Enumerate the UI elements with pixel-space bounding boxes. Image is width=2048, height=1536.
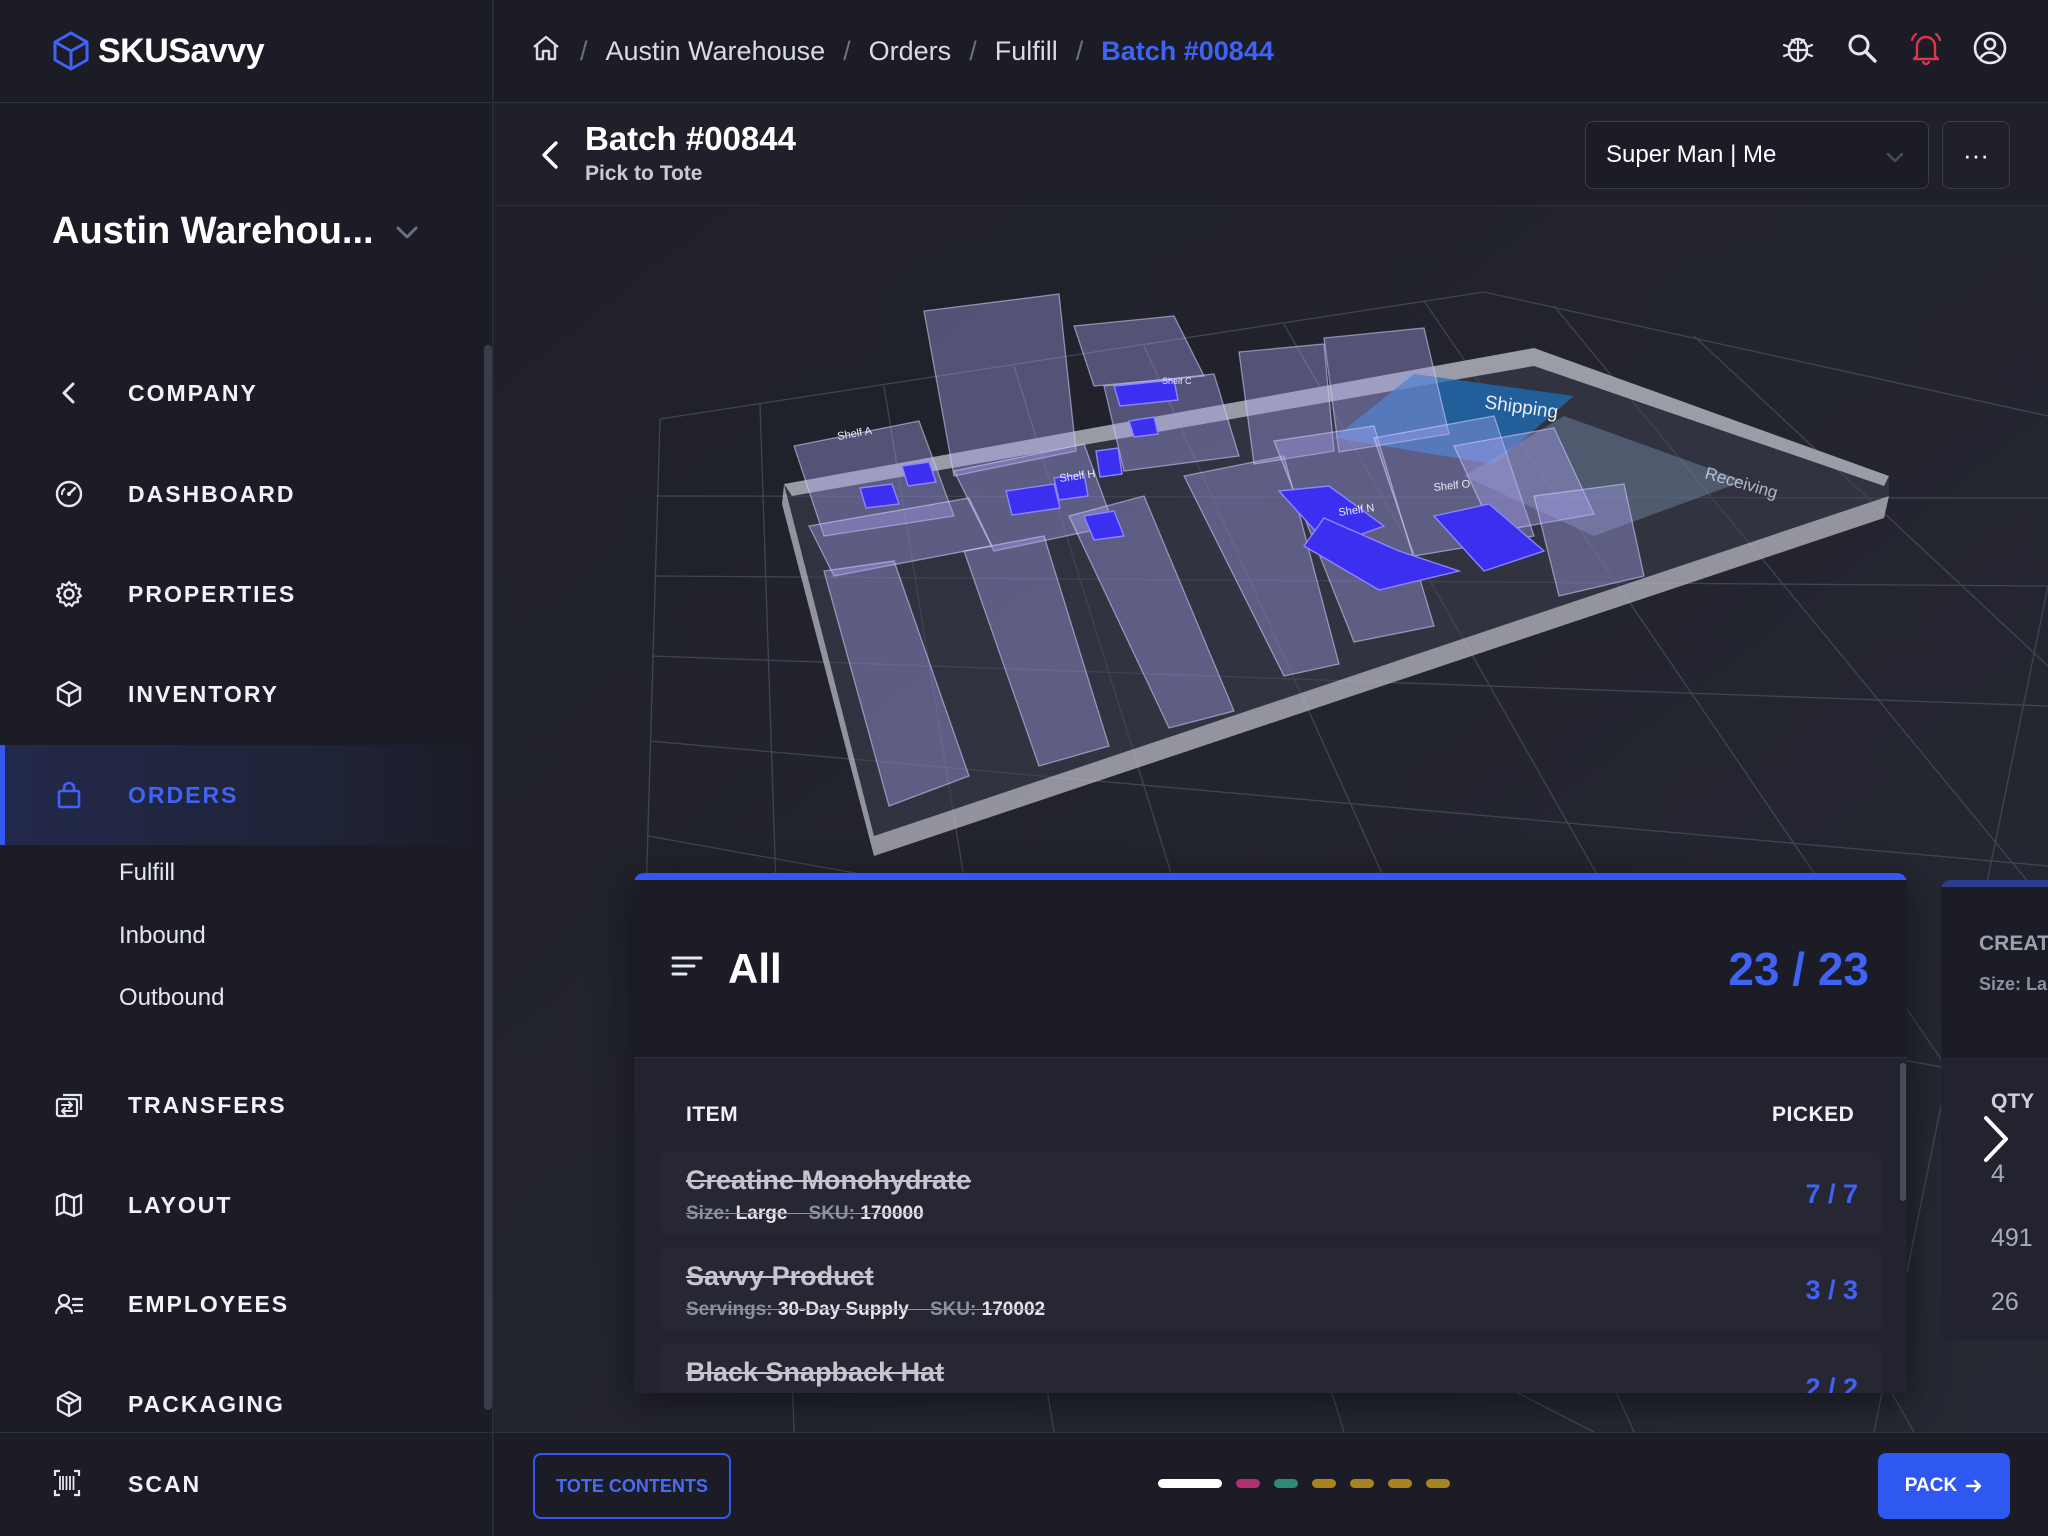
sidebar-item-layout[interactable]: LAYOUT (0, 1157, 483, 1253)
top-bar: / Austin Warehouse / Orders / Fulfill / … (494, 0, 2048, 103)
box-icon (52, 677, 86, 711)
back-button[interactable] (536, 137, 566, 173)
pick-row[interactable]: Creatine Monohydrate Size: Large SKU: 17… (660, 1151, 1882, 1235)
warehouse-name: Austin Warehou... (52, 210, 374, 252)
sidebar-scrollbar[interactable] (484, 345, 492, 1410)
sidebar-item-inventory[interactable]: INVENTORY (0, 646, 483, 742)
next-card-size: Size: La (1979, 974, 2048, 994)
item-picked: 2 / 2 (1805, 1373, 1858, 1393)
arrow-right-icon (1966, 1479, 1982, 1493)
sidebar-subitem-fulfill[interactable]: Fulfill (119, 859, 175, 887)
item-meta: Servings: 30-Day Supply SKU: 170002 (686, 1299, 1046, 1320)
search-icon[interactable] (1844, 30, 1880, 66)
pagination-dot[interactable] (1274, 1479, 1298, 1488)
next-card-arrow[interactable] (1978, 1112, 2012, 1166)
next-card-title: CREAT (1979, 932, 2048, 955)
batch-header: Batch #00844 Pick to Tote Super Man | Me… (494, 104, 2048, 206)
pagination-dot[interactable] (1312, 1479, 1336, 1488)
next-card-qty-value: 26 (1991, 1288, 2019, 1316)
sidebar-subitem-outbound[interactable]: Outbound (119, 984, 224, 1012)
next-card-qty-value: 491 (1991, 1224, 2033, 1252)
pagination-dot[interactable] (1388, 1479, 1412, 1488)
sidebar: SKUSavvy Austin Warehou... COMPANY DASHB… (0, 0, 493, 1536)
sidebar-item-label: LAYOUT (128, 1191, 233, 1218)
picked-count: 23 / 23 (1728, 942, 1869, 995)
breadcrumb-current: Batch #00844 (1101, 35, 1274, 66)
sidebar-item-label: COMPANY (128, 379, 258, 406)
transfer-icon (52, 1088, 86, 1122)
logo[interactable]: SKUSavvy (0, 0, 492, 103)
package-icon (52, 1387, 86, 1421)
sidebar-item-employees[interactable]: EMPLOYEES (0, 1256, 483, 1352)
sidebar-item-label: EMPLOYEES (128, 1290, 290, 1317)
pick-row[interactable]: Savvy Product Servings: 30-Day Supply SK… (660, 1247, 1882, 1331)
map-label-shelf-c: Shelf C (1162, 376, 1192, 386)
breadcrumb-item[interactable]: Austin Warehouse (606, 36, 826, 67)
top-icons (1780, 30, 2008, 66)
breadcrumb-item[interactable]: Fulfill (995, 36, 1058, 67)
pick-row[interactable]: Black Snapback Hat 2 / 2 (660, 1343, 1882, 1393)
sidebar-subitem-inbound[interactable]: Inbound (119, 922, 206, 950)
app-name: SKUSavvy (98, 31, 265, 70)
pagination-dot[interactable] (1158, 1479, 1222, 1488)
sidebar-item-label: ORDERS (128, 781, 239, 808)
picker-user-value: Super Man | Me (1606, 141, 1777, 168)
home-icon[interactable] (530, 32, 562, 71)
pagination-dot[interactable] (1426, 1479, 1450, 1488)
item-meta: Size: Large SKU: 170000 (686, 1203, 924, 1224)
item-picked: 3 / 3 (1805, 1275, 1858, 1305)
employees-icon (52, 1287, 86, 1321)
bell-icon[interactable] (1908, 30, 1944, 66)
item-name: Savvy Product (686, 1261, 874, 1291)
gauge-icon (52, 477, 86, 511)
sidebar-item-label: TRANSFERS (128, 1091, 287, 1118)
tote-contents-button[interactable]: TOTE CONTENTS (533, 1453, 731, 1519)
breadcrumb-item[interactable]: Orders (869, 36, 952, 67)
page-subtitle: Pick to Tote (585, 162, 703, 185)
gear-icon (52, 577, 86, 611)
chevron-left-icon (52, 376, 86, 410)
sidebar-item-label: DASHBOARD (128, 480, 296, 507)
cube-logo-icon (53, 31, 89, 71)
pick-filter-label[interactable]: All (728, 945, 782, 993)
footer-bar: TOTE CONTENTS PACK (494, 1432, 2048, 1536)
sidebar-item-properties[interactable]: PROPERTIES (0, 546, 483, 642)
card-accent-bar (634, 873, 1907, 880)
item-name: Creatine Monohydrate (686, 1165, 972, 1195)
barcode-scan-icon (52, 1468, 86, 1502)
sidebar-item-transfers[interactable]: TRANSFERS (0, 1057, 483, 1153)
pick-list-scrollbar[interactable] (1900, 1063, 1906, 1201)
chevron-down-icon (1886, 152, 1904, 163)
column-header-item: ITEM (686, 1103, 739, 1126)
pagination-dot[interactable] (1350, 1479, 1374, 1488)
next-card-qty-header: QTY (1991, 1090, 2035, 1113)
picker-user-select[interactable]: Super Man | Me (1585, 121, 1929, 189)
more-options-button[interactable]: ··· (1942, 121, 2010, 189)
pack-button[interactable]: PACK (1878, 1453, 2010, 1519)
user-circle-icon[interactable] (1972, 30, 2008, 66)
pick-list-header: All 23 / 23 (634, 880, 1907, 1058)
sidebar-item-label: SCAN (128, 1471, 202, 1497)
sidebar-item-dashboard[interactable]: DASHBOARD (0, 446, 483, 542)
shopping-bag-icon (52, 778, 86, 812)
pack-button-label: PACK (1904, 1475, 1958, 1496)
sidebar-item-label: PROPERTIES (128, 580, 297, 607)
item-name: Black Snapback Hat (686, 1357, 945, 1387)
filter-icon[interactable] (670, 949, 704, 988)
sidebar-item-company[interactable]: COMPANY (0, 345, 483, 441)
pagination-dot[interactable] (1236, 1479, 1260, 1488)
item-picked: 7 / 7 (1805, 1179, 1858, 1209)
column-header-picked: PICKED (1772, 1103, 1855, 1126)
page-title: Batch #00844 (585, 120, 796, 157)
bug-icon[interactable] (1780, 30, 1816, 66)
sidebar-item-label: PACKAGING (128, 1390, 285, 1417)
warehouse-selector[interactable]: Austin Warehou... (52, 210, 422, 253)
sidebar-item-orders[interactable]: ORDERS (0, 745, 483, 845)
card-pagination (1158, 1479, 1450, 1488)
breadcrumb: / Austin Warehouse / Orders / Fulfill / … (530, 32, 1274, 71)
sidebar-item-scan[interactable]: SCAN (0, 1432, 493, 1536)
map-icon (52, 1188, 86, 1222)
chevron-down-icon (396, 226, 418, 238)
sidebar-item-label: INVENTORY (128, 680, 279, 707)
